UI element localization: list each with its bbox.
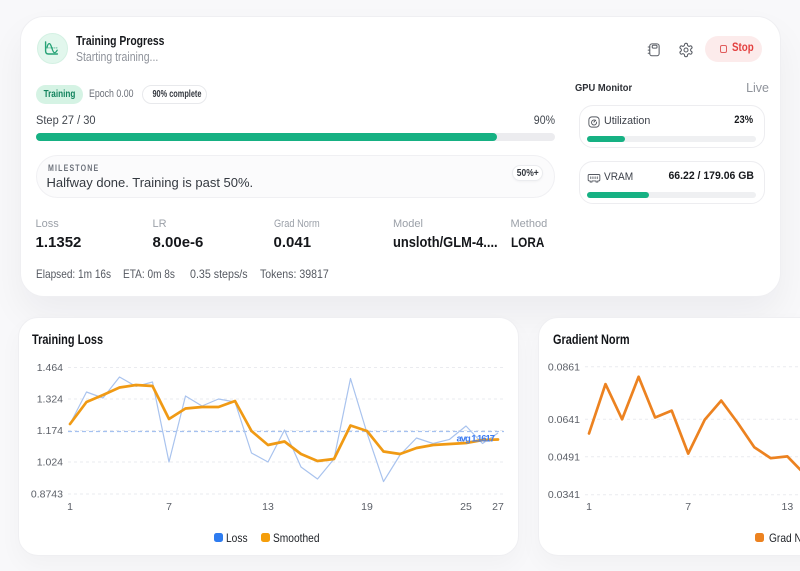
- svg-text:0.8743: 0.8743: [31, 489, 63, 501]
- svg-text:7: 7: [685, 501, 691, 513]
- svg-text:19: 19: [361, 501, 373, 513]
- svg-text:1.464: 1.464: [37, 362, 63, 374]
- svg-text:1.174: 1.174: [37, 425, 63, 437]
- svg-text:1.024: 1.024: [37, 457, 63, 469]
- svg-text:1: 1: [586, 501, 592, 513]
- svg-text:0.0491: 0.0491: [548, 451, 580, 463]
- svg-text:0.0861: 0.0861: [548, 361, 580, 373]
- svg-text:avg 1.1617: avg 1.1617: [457, 434, 496, 445]
- svg-text:1.324: 1.324: [37, 394, 63, 406]
- svg-text:13: 13: [262, 501, 274, 513]
- svg-text:13: 13: [782, 501, 794, 513]
- svg-text:0.0641: 0.0641: [548, 414, 580, 426]
- svg-text:0.0341: 0.0341: [548, 489, 580, 501]
- svg-text:27: 27: [492, 501, 504, 513]
- svg-text:7: 7: [166, 501, 172, 513]
- svg-text:25: 25: [460, 501, 472, 513]
- svg-text:1: 1: [67, 501, 73, 513]
